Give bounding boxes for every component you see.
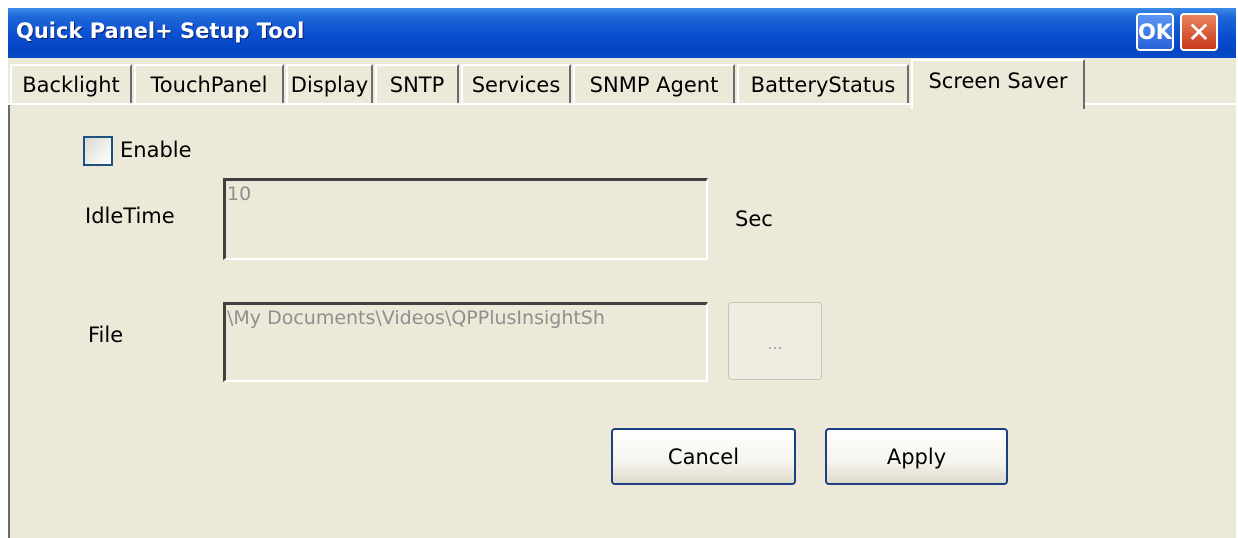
tab-divider: [8, 103, 911, 105]
title-bar: Quick Panel+ Setup Tool OK ✕: [8, 8, 1236, 58]
tab-divider: [1085, 103, 1236, 105]
tab-backlight[interactable]: Backlight: [10, 64, 132, 104]
idle-time-field[interactable]: 10: [223, 178, 708, 260]
tab-strip: Backlight TouchPanel Display SNTP Servic…: [8, 58, 1236, 109]
enable-label: Enable: [120, 138, 192, 162]
browse-button[interactable]: ...: [728, 302, 822, 380]
tab-touchpanel[interactable]: TouchPanel: [134, 64, 284, 104]
tab-display[interactable]: Display: [286, 64, 373, 104]
close-icon: ✕: [1187, 15, 1211, 49]
file-label: File: [88, 323, 124, 347]
tab-screen-saver[interactable]: Screen Saver: [911, 59, 1085, 109]
idle-time-label: IdleTime: [85, 204, 175, 228]
panel-border: [8, 105, 10, 538]
tab-sntp[interactable]: SNTP: [375, 64, 459, 104]
idle-time-unit: Sec: [735, 207, 773, 231]
tab-batterystatus[interactable]: BatteryStatus: [737, 64, 909, 104]
file-path-field[interactable]: \My Documents\Videos\QPPlusInsightSh: [223, 302, 708, 382]
cancel-button[interactable]: Cancel: [611, 428, 796, 485]
setup-window: Quick Panel+ Setup Tool OK ✕ Backlight T…: [8, 8, 1236, 538]
tab-snmp-agent[interactable]: SNMP Agent: [573, 64, 735, 104]
tab-services[interactable]: Services: [461, 64, 571, 104]
close-button[interactable]: ✕: [1180, 13, 1218, 51]
enable-checkbox[interactable]: [83, 136, 113, 166]
ok-button[interactable]: OK: [1136, 13, 1174, 51]
window-title: Quick Panel+ Setup Tool: [16, 19, 305, 43]
apply-button[interactable]: Apply: [825, 428, 1008, 485]
